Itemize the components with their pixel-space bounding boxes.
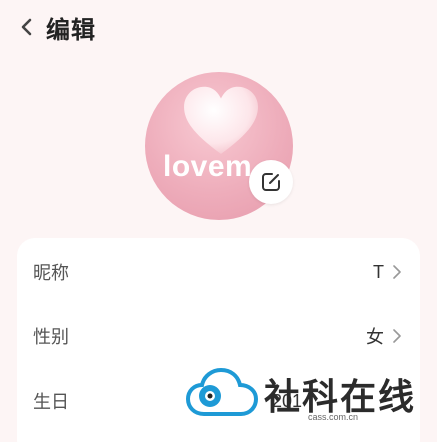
back-button[interactable] [14,14,40,40]
nickname-row[interactable]: 昵称 T [17,240,420,304]
gender-label: 性别 [33,327,69,348]
header: 编辑 [0,0,437,56]
edit-icon [262,173,280,191]
cloud-eye-logo [186,367,259,416]
page-title: 编辑 [46,16,96,44]
avatar-section: lovem [145,72,293,220]
chevron-right-icon [393,329,401,343]
gender-row[interactable]: 性别 女 [17,304,420,368]
watermark-subtext: cass.com.cn [308,412,359,422]
watermark: 社科在线 cass.com.cn [186,362,437,442]
birthday-label: 生日 [33,392,69,413]
chevron-right-icon [393,265,401,279]
avatar-text: lovem [163,150,253,183]
chevron-left-icon [21,18,32,36]
nickname-label: 昵称 [33,263,69,284]
nickname-value: T [373,261,384,282]
gender-value: 女 [366,327,384,348]
edit-avatar-button[interactable] [249,160,293,204]
